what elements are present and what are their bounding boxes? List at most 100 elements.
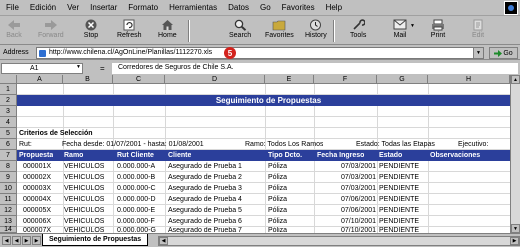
scroll-left-icon[interactable]: ◀ [159,237,168,245]
table-cell-rut[interactable]: 0.000.000-E [117,205,155,216]
menu-help[interactable]: Help [326,3,342,12]
name-box[interactable]: A1 ▼ [1,63,83,74]
column-header-g[interactable]: G [377,75,428,84]
scroll-up-icon[interactable]: ▲ [511,75,520,84]
first-sheet-icon[interactable]: ◀ [2,236,11,245]
table-cell-fecha[interactable]: 07/03/2001 [341,183,376,194]
table-cell-ramo[interactable]: VEHICULOS [64,172,104,183]
horizontal-scrollbar[interactable]: ◀ ▶ [158,236,520,246]
row-header-6[interactable]: 6 [0,139,17,150]
forward-button[interactable]: Forward [38,18,64,44]
column-header-f[interactable]: F [314,75,377,84]
spreadsheet-grid[interactable]: A B C D E F G H 1 2 3 4 5 6 7 8 9 10 11 … [0,75,520,233]
table-cell-propuesta[interactable]: 000005X [23,205,51,216]
column-header-b[interactable]: B [63,75,113,84]
address-dropdown-icon[interactable]: ▼ [473,48,483,58]
table-cell-propuesta[interactable]: 000002X [23,172,51,183]
menu-ver[interactable]: Ver [67,3,79,12]
table-cell-fecha[interactable]: 07/06/2001 [341,194,376,205]
print-button[interactable]: Print [430,18,446,44]
row-header-9[interactable]: 9 [0,172,17,183]
sheet-tab-seguimiento[interactable]: Seguimiento de Propuestas [42,234,149,246]
scroll-down-icon[interactable]: ▼ [511,224,520,233]
row-header-5[interactable]: 5 [0,128,17,139]
go-button[interactable]: Go [489,47,518,59]
table-cell-tipo[interactable]: Póliza [268,161,287,172]
menu-datos[interactable]: Datos [228,3,249,12]
column-header-h[interactable]: H [428,75,510,84]
row-header-8[interactable]: 8 [0,161,17,172]
table-cell-tipo[interactable]: Póliza [268,194,287,205]
row-header-10[interactable]: 10 [0,183,17,194]
search-button[interactable]: Search [229,18,251,44]
table-cell-estado[interactable]: PENDIENTE [379,183,419,194]
table-cell-cliente[interactable]: Asegurado de Prueba 6 [168,216,242,227]
select-all-corner[interactable] [0,75,17,84]
table-cell-propuesta[interactable]: 000004X [23,194,51,205]
menu-edicion[interactable]: Edición [30,3,56,12]
formula-input[interactable]: Corredores de Seguros de Chile S.A. [112,63,518,74]
table-cell-ramo[interactable]: VEHICULOS [64,205,104,216]
table-cell-cliente[interactable]: Asegurado de Prueba 1 [168,161,242,172]
last-sheet-icon[interactable]: ▶ [32,236,41,245]
history-button[interactable]: History [305,18,327,44]
row-header-1[interactable]: 1 [0,84,17,95]
table-cell-fecha[interactable]: 07/03/2001 [341,172,376,183]
table-cell-tipo[interactable]: Póliza [268,205,287,216]
table-cell-rut[interactable]: 0.000.000-A [117,161,155,172]
address-input[interactable]: http://www.chilena.cl/AgOnLine/Planillas… [36,47,484,59]
table-cell-fecha[interactable]: 07/10/2001 [341,216,376,227]
table-cell-rut[interactable]: 0.000.000-B [117,172,155,183]
table-cell-tipo[interactable]: Póliza [268,172,287,183]
menu-herramientas[interactable]: Herramientas [169,3,217,12]
table-cell-tipo[interactable]: Póliza [268,183,287,194]
row-header-2[interactable]: 2 [0,95,17,106]
table-cell-propuesta[interactable]: 000006X [23,216,51,227]
home-button[interactable]: Home [158,18,177,44]
column-header-a[interactable]: A [17,75,63,84]
table-cell-ramo[interactable]: VEHICULOS [64,183,104,194]
menu-formato[interactable]: Formato [128,3,158,12]
column-header-c[interactable]: C [113,75,165,84]
menu-go[interactable]: Go [260,3,271,12]
back-button[interactable]: Back [6,18,22,44]
scroll-right-icon[interactable]: ▶ [510,237,519,245]
mail-button[interactable]: ▼ Mail [392,18,415,44]
prev-sheet-icon[interactable]: ◀ [12,236,21,245]
row-header-3[interactable]: 3 [0,106,17,117]
column-header-d[interactable]: D [165,75,265,84]
table-cell-cliente[interactable]: Asegurado de Prueba 5 [168,205,242,216]
table-cell-estado[interactable]: PENDIENTE [379,194,419,205]
favorites-button[interactable]: Favorites [265,18,294,44]
edit-button[interactable]: Edit [470,18,486,44]
table-cell-ramo[interactable]: VEHICULOS [64,216,104,227]
table-cell-estado[interactable]: PENDIENTE [379,216,419,227]
vertical-scrollbar[interactable]: ▲ ▼ [510,75,520,233]
table-cell-cliente[interactable]: Asegurado de Prueba 3 [168,183,242,194]
table-cell-fecha[interactable]: 07/03/2001 [341,161,376,172]
table-cell-ramo[interactable]: VEHICULOS [64,194,104,205]
stop-button[interactable]: Stop [83,18,99,44]
table-cell-tipo[interactable]: Póliza [268,216,287,227]
mail-dropdown-icon[interactable]: ▼ [410,23,415,29]
menu-file[interactable]: File [6,3,19,12]
row-header-12[interactable]: 12 [0,205,17,216]
next-sheet-icon[interactable]: ▶ [22,236,31,245]
table-cell-cliente[interactable]: Asegurado de Prueba 2 [168,172,242,183]
table-cell-propuesta[interactable]: 000003X [23,183,51,194]
row-header-4[interactable]: 4 [0,117,17,128]
tools-button[interactable]: Tools [350,18,366,44]
table-cell-rut[interactable]: 0.000.000-D [117,194,156,205]
table-cell-rut[interactable]: 0.000.000-F [117,216,155,227]
menu-favorites[interactable]: Favorites [282,3,315,12]
column-header-e[interactable]: E [265,75,314,84]
name-box-dropdown-icon[interactable]: ▼ [76,64,81,70]
table-cell-estado[interactable]: PENDIENTE [379,161,419,172]
refresh-button[interactable]: Refresh [117,18,142,44]
row-header-7[interactable]: 7 [0,150,17,161]
row-header-11[interactable]: 11 [0,194,17,205]
table-cell-estado[interactable]: PENDIENTE [379,172,419,183]
table-cell-propuesta[interactable]: 000001X [23,161,51,172]
table-cell-estado[interactable]: PENDIENTE [379,205,419,216]
table-cell-ramo[interactable]: VEHICULOS [64,161,104,172]
